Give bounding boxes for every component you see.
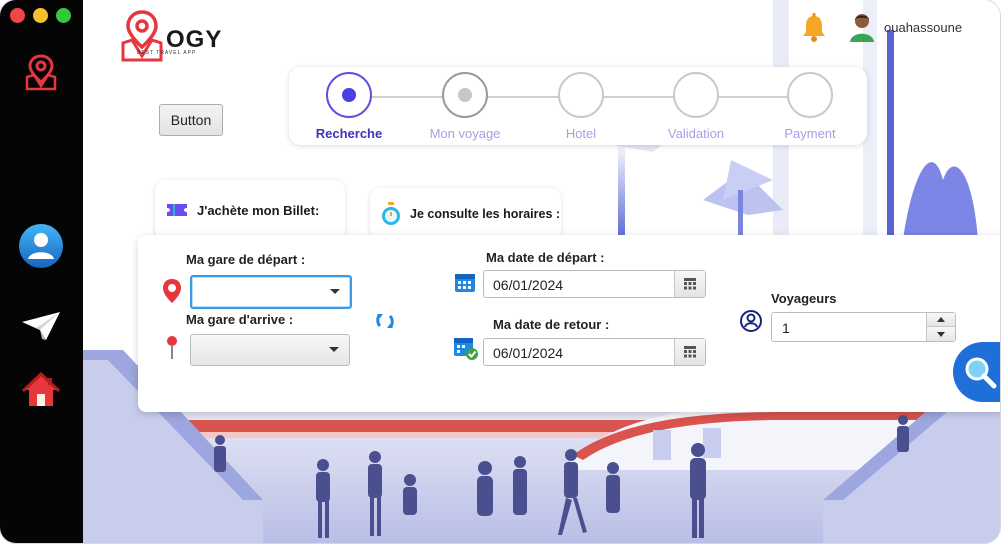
main-content: OGY BEST TRAVEL APP Button ouahassoune R… <box>83 0 1000 543</box>
search-icon <box>965 357 997 389</box>
arrival-station-label: Ma gare d'arrive : <box>186 312 294 327</box>
bell-icon[interactable] <box>801 13 827 48</box>
step-mon-voyage[interactable]: Mon voyage <box>415 72 515 141</box>
calendar-check-icon <box>453 335 479 366</box>
travelers-stepper[interactable]: 1 <box>771 312 956 342</box>
departure-date-picker[interactable]: 06/01/2024 <box>483 270 706 298</box>
location-pin-icon <box>160 277 184 310</box>
ticket-icon <box>167 204 187 216</box>
tab-label: J'achète mon Billet: <box>197 202 320 218</box>
app-window: OGY BEST TRAVEL APP Button ouahassoune R… <box>0 0 1000 543</box>
departure-date-value: 06/01/2024 <box>493 277 564 293</box>
step-label: Recherche <box>315 126 383 141</box>
step-indicator <box>558 72 604 118</box>
calendar-grid-icon <box>684 346 696 358</box>
generic-button[interactable]: Button <box>159 104 223 136</box>
departure-station-select[interactable] <box>190 275 352 309</box>
tab-buy-ticket[interactable]: J'achète mon Billet: <box>155 180 345 240</box>
swap-stations-icon[interactable] <box>374 311 396 336</box>
chevron-up-icon <box>937 317 945 322</box>
calendar-button[interactable] <box>674 339 705 365</box>
step-label: Payment <box>784 126 836 141</box>
return-date-label: Ma date de retour : <box>493 317 610 332</box>
travelers-label: Voyageurs <box>771 291 837 306</box>
username: ouahassoune <box>884 20 963 35</box>
pushpin-icon <box>164 335 180 366</box>
logo-tagline: BEST TRAVEL APP <box>137 50 197 56</box>
maximize-window-button[interactable] <box>56 8 71 23</box>
decrement-button[interactable] <box>927 327 955 341</box>
step-hotel[interactable]: Hotel <box>531 72 631 141</box>
step-indicator <box>787 72 833 118</box>
step-payment[interactable]: Payment <box>760 72 860 141</box>
tab-label: Je consulte les horaires : <box>410 207 561 221</box>
chevron-down-icon <box>330 289 340 294</box>
calendar-button[interactable] <box>674 271 705 297</box>
close-window-button[interactable] <box>10 8 25 23</box>
home-icon[interactable] <box>17 366 65 414</box>
paper-plane-icon[interactable] <box>17 302 65 350</box>
departure-date-label: Ma date de départ : <box>486 250 605 265</box>
window-controls <box>10 8 71 23</box>
search-form: Ma gare de départ : Ma gare d'arrive : M… <box>138 235 1000 412</box>
booking-stepper: Recherche Mon voyage Hotel Validation Pa… <box>289 67 867 145</box>
calendar-icon <box>454 271 476 298</box>
return-date-value: 06/01/2024 <box>493 345 564 361</box>
travelers-value: 1 <box>782 320 790 336</box>
stopwatch-icon <box>382 202 400 225</box>
step-validation[interactable]: Validation <box>646 72 746 141</box>
calendar-grid-icon <box>684 278 696 290</box>
spinner-buttons <box>926 313 955 341</box>
user-profile-icon[interactable] <box>17 222 65 270</box>
tab-schedules[interactable]: Je consulte les horaires : <box>370 188 561 240</box>
increment-button[interactable] <box>927 313 955 327</box>
departure-station-label: Ma gare de départ : <box>186 252 306 267</box>
return-date-picker[interactable]: 06/01/2024 <box>483 338 706 366</box>
arrival-station-select[interactable] <box>190 334 350 366</box>
step-label: Hotel <box>565 126 597 141</box>
step-indicator <box>673 72 719 118</box>
step-label: Validation <box>667 126 725 141</box>
travelers-icon <box>739 309 763 338</box>
map-pin-icon[interactable] <box>17 48 65 96</box>
step-label: Mon voyage <box>429 126 501 141</box>
chevron-down-icon <box>329 347 339 352</box>
chevron-down-icon <box>937 331 945 337</box>
step-indicator <box>326 72 372 118</box>
step-indicator <box>442 72 488 118</box>
avatar[interactable] <box>849 12 875 47</box>
step-recherche[interactable]: Recherche <box>299 72 399 141</box>
sidebar <box>0 0 83 543</box>
minimize-window-button[interactable] <box>33 8 48 23</box>
